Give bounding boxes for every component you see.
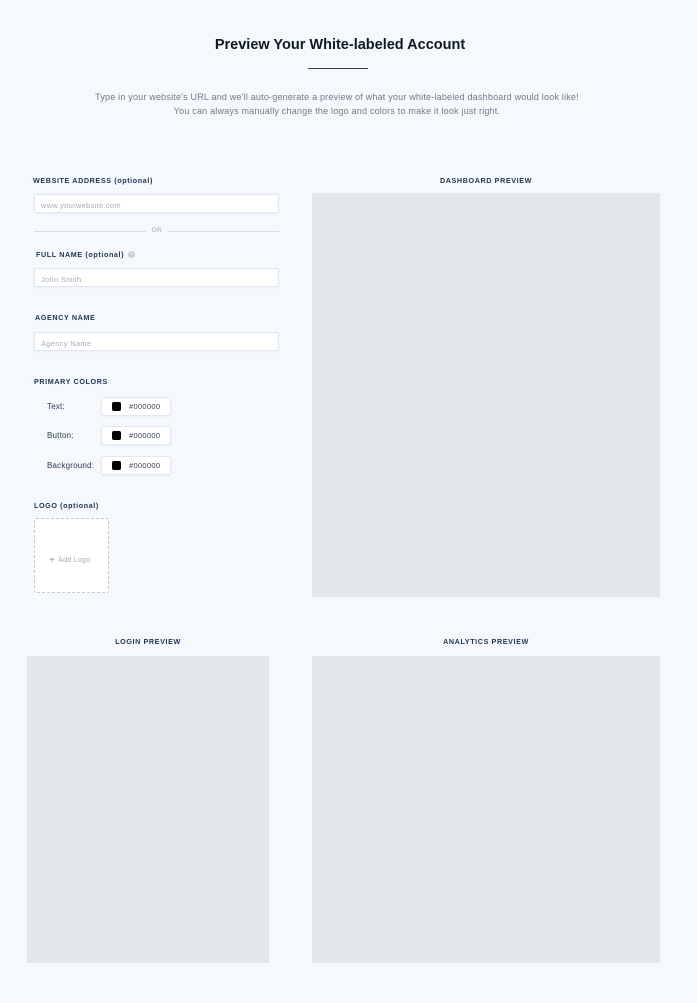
logo-label: LOGO (optional) — [34, 501, 99, 510]
intro-text-line-1: Type in your website's URL and we'll aut… — [95, 92, 579, 102]
color-label-text: Text: — [47, 402, 65, 411]
color-hex-value: #000000 — [129, 461, 161, 470]
or-divider-left — [34, 231, 146, 232]
plus-icon: + — [49, 555, 56, 566]
add-logo-button[interactable]: + Add Logo — [49, 555, 91, 566]
title-divider — [308, 68, 368, 69]
add-logo-dropzone[interactable]: + Add Logo — [34, 518, 109, 593]
color-hex-value: #000000 — [129, 431, 161, 440]
full-name-input[interactable] — [35, 271, 278, 288]
color-label-button: Button: — [47, 431, 74, 440]
color-swatch — [112, 402, 121, 411]
background-color-picker[interactable]: #000000 — [101, 456, 171, 475]
or-divider-text: OR — [151, 227, 163, 234]
add-logo-label: Add Logo — [58, 557, 91, 564]
color-swatch — [112, 431, 121, 440]
or-divider-right — [168, 231, 279, 232]
color-swatch — [112, 461, 121, 470]
login-preview-panel — [27, 656, 269, 963]
full-name-field — [34, 268, 279, 288]
button-color-picker[interactable]: #000000 — [101, 426, 171, 445]
primary-colors-label: PRIMARY COLORS — [34, 377, 108, 386]
agency-name-field — [34, 332, 279, 352]
dashboard-preview-title: DASHBOARD PREVIEW — [439, 176, 533, 185]
color-label-background: Background: — [47, 461, 95, 470]
website-address-label: WEBSITE ADDRESS (optional) — [33, 176, 153, 185]
intro-text-line-2: You can always manually change the logo … — [173, 106, 501, 116]
page-title: Preview Your White-labeled Account — [214, 37, 466, 53]
website-address-field — [34, 194, 279, 214]
info-icon[interactable]: i — [128, 251, 135, 258]
agency-name-input[interactable] — [35, 335, 278, 352]
login-preview-title: LOGIN PREVIEW — [115, 637, 181, 646]
text-color-picker[interactable]: #000000 — [101, 397, 171, 416]
analytics-preview-title: ANALYTICS PREVIEW — [443, 637, 529, 646]
agency-name-label: AGENCY NAME — [35, 313, 96, 322]
analytics-preview-panel — [312, 656, 660, 963]
dashboard-preview-panel — [312, 193, 660, 597]
color-hex-value: #000000 — [129, 402, 161, 411]
website-address-input[interactable] — [35, 197, 278, 214]
full-name-label: FULL NAME (optional) — [36, 250, 125, 259]
